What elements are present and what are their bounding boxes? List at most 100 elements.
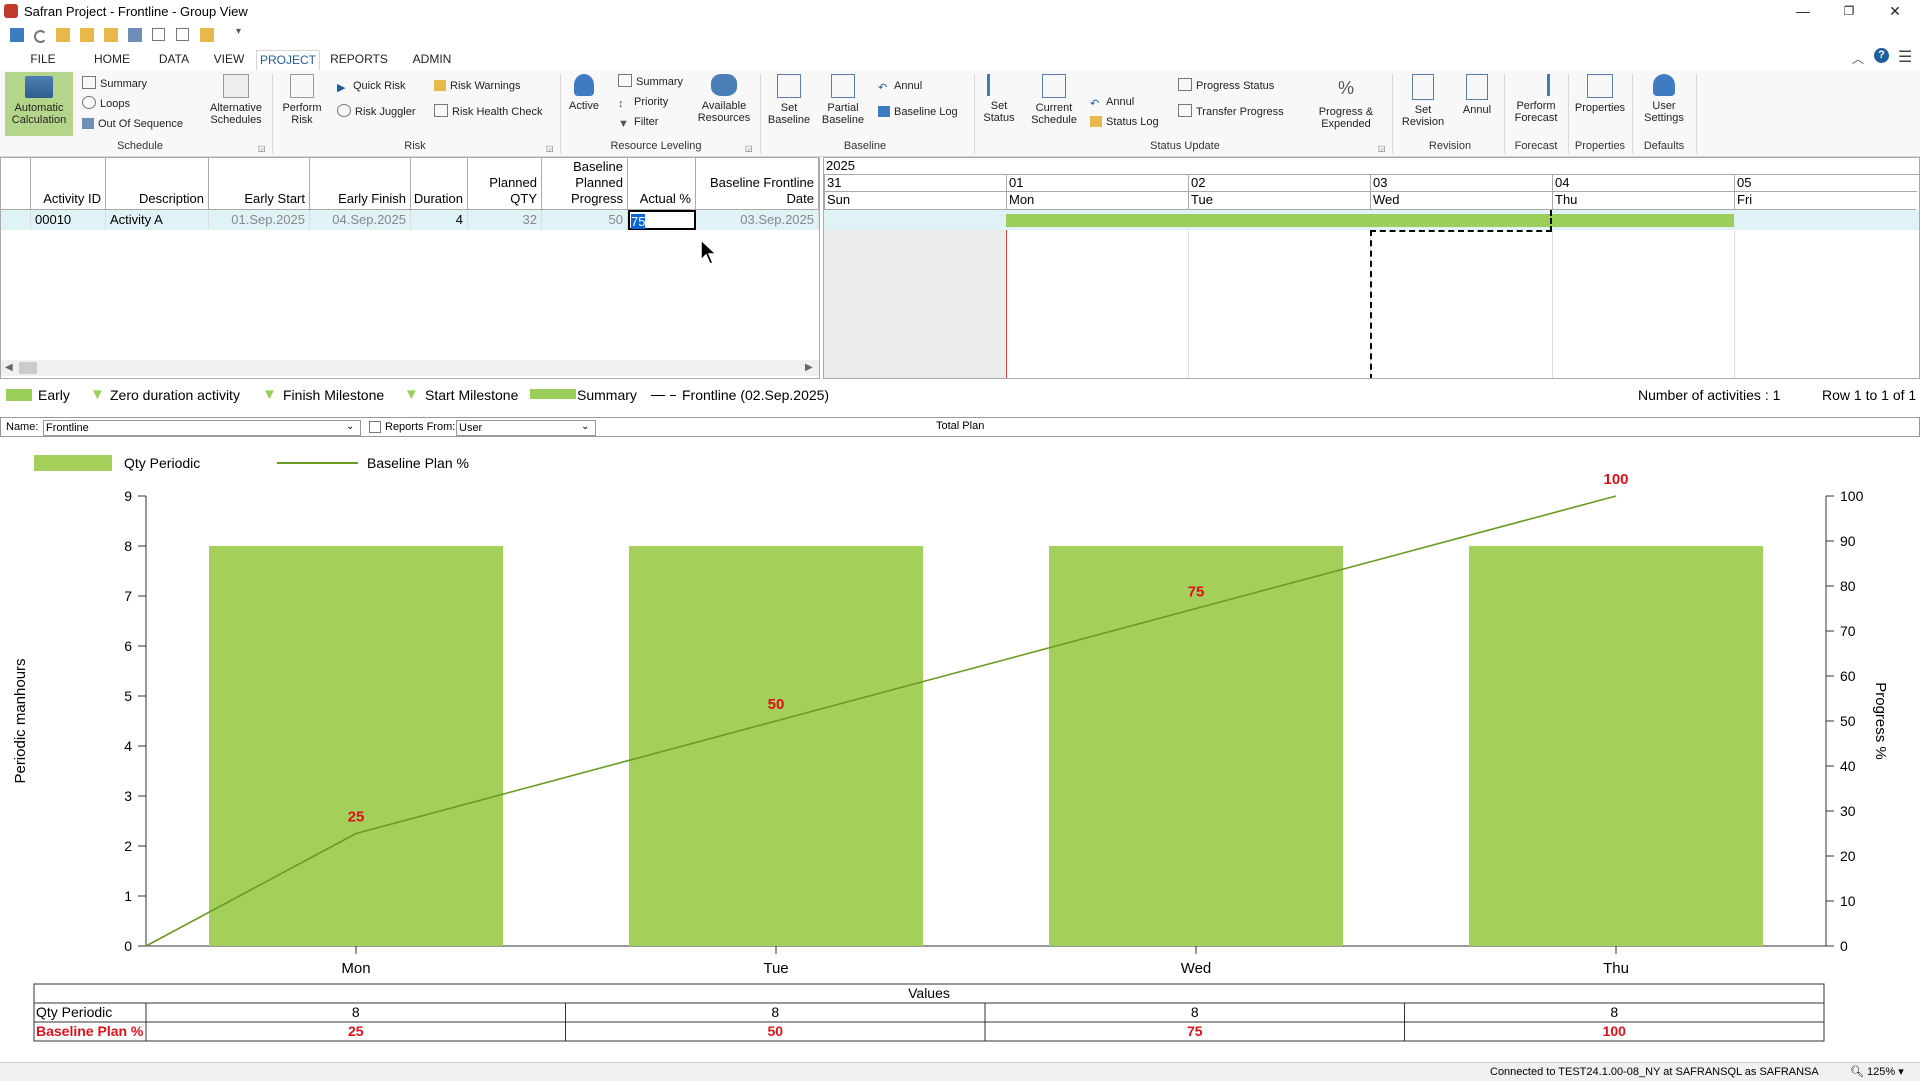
tab-data[interactable]: DATA [150, 50, 198, 70]
set-status-button[interactable]: Set Status [978, 74, 1020, 124]
data-label: 25 [348, 809, 365, 826]
set-revision-button[interactable]: Set Revision [1396, 74, 1450, 128]
header-early-finish[interactable]: Early Finish [310, 158, 411, 210]
collapse-ribbon-icon[interactable]: ︿ [1852, 50, 1864, 67]
schedule-summary-button[interactable]: Summary [82, 76, 147, 92]
cell-baseline-planned-progress[interactable]: 50 [542, 210, 628, 230]
header-baseline-frontline-date[interactable]: Baseline Frontline Date [696, 158, 819, 210]
tab-home[interactable]: HOME [86, 50, 138, 70]
header-planned-qty[interactable]: Planned QTY [468, 158, 542, 210]
print-preview-icon[interactable] [152, 28, 165, 41]
user-settings-button[interactable]: User Settings [1636, 74, 1692, 124]
transfer-progress-button[interactable]: Transfer Progress [1178, 104, 1284, 120]
name-dropdown[interactable]: Frontline ⌄ [43, 420, 361, 436]
save-icon[interactable] [10, 28, 24, 42]
tab-file[interactable]: FILE [18, 50, 68, 70]
header-baseline-planned-progress[interactable]: Baseline Planned Progress [542, 158, 628, 210]
export-icon[interactable] [200, 28, 214, 42]
perform-forecast-icon [1523, 74, 1550, 96]
partial-baseline-button[interactable]: Partial Baseline [818, 74, 868, 126]
legend-start-milestone-label: Start Milestone [425, 387, 519, 403]
risk-juggler-button[interactable]: Risk Juggler [337, 104, 416, 120]
automatic-calculation-button[interactable]: Automatic Calculation [5, 72, 73, 136]
header-actual-percent[interactable]: Actual % [628, 158, 696, 210]
header-bfd-line2: Date [786, 191, 814, 206]
header-duration[interactable]: Duration [411, 158, 468, 210]
priority-button[interactable]: ↕ Priority [618, 94, 668, 110]
scrollbar-thumb[interactable] [19, 362, 37, 374]
leveling-summary-button[interactable]: Summary [618, 74, 683, 90]
folder-up-icon[interactable] [104, 28, 118, 42]
set-baseline-icon [777, 74, 801, 98]
set-baseline-button[interactable]: Set Baseline [764, 74, 814, 126]
reports-icon[interactable] [369, 421, 381, 433]
cell-description[interactable]: Activity A [106, 210, 209, 230]
active-button[interactable]: Active [566, 74, 602, 112]
risk-dialog-launcher-icon[interactable]: ◲ [546, 144, 554, 153]
header-activity-id[interactable]: Activity ID [31, 158, 106, 210]
risk-group-label: Risk [404, 140, 426, 152]
filter-button[interactable]: ▼ Filter [618, 114, 658, 130]
cell-activity-id[interactable]: 00010 [31, 210, 106, 230]
schedule-dialog-launcher-icon[interactable]: ◲ [258, 144, 266, 153]
grid-horizontal-scrollbar[interactable]: ◀ ▶ [1, 360, 819, 376]
tab-view[interactable]: VIEW [206, 50, 252, 70]
gantt-day-name: Sun [827, 192, 851, 207]
revision-annul-button[interactable]: Annul [1454, 74, 1500, 116]
gantt-day-header: 05 Fri [1734, 174, 1917, 210]
folder-icon[interactable] [80, 28, 94, 42]
baseline-annul-button[interactable]: ↶ Annul [878, 78, 922, 94]
undo-icon[interactable] [34, 30, 47, 43]
close-button[interactable]: ✕ [1872, 0, 1918, 22]
status-update-dialog-launcher-icon[interactable]: ◲ [1378, 144, 1386, 153]
tab-reports[interactable]: REPORTS [326, 50, 392, 70]
properties-group-label: Properties [1574, 140, 1626, 152]
values-table-value: 100 [1603, 1023, 1627, 1039]
cell-baseline-frontline-date[interactable]: 03.Sep.2025 [696, 210, 819, 230]
risk-health-check-button[interactable]: Risk Health Check [434, 104, 542, 120]
status-log-button[interactable]: Status Log [1090, 114, 1159, 130]
cell-actual-percent-editor[interactable]: 75 [628, 210, 696, 230]
customize-toolbar-icon[interactable]: ▾ [236, 26, 241, 37]
help-icon[interactable]: ? [1874, 48, 1889, 63]
gantt-early-bar[interactable] [1006, 214, 1734, 227]
scroll-right-icon[interactable]: ▶ [805, 362, 813, 373]
progress-status-button[interactable]: Progress Status [1178, 78, 1274, 94]
page-setup-icon[interactable] [176, 28, 189, 41]
reports-from-dropdown[interactable]: User ⌄ [456, 420, 596, 436]
tab-project[interactable]: PROJECT [256, 50, 320, 72]
risk-warnings-button[interactable]: Risk Warnings [434, 78, 521, 94]
cell-duration[interactable]: 4 [411, 210, 468, 230]
header-description[interactable]: Description [106, 158, 209, 210]
activity-grid: Activity ID Description Early Start Earl… [0, 157, 820, 379]
current-schedule-button[interactable]: Current Schedule [1026, 74, 1082, 126]
zoom-control[interactable]: 🔍︎ 125% ▾ [1850, 1065, 1904, 1078]
loops-button[interactable]: Loops [82, 96, 130, 112]
save-all-icon[interactable] [128, 28, 142, 42]
scroll-left-icon[interactable]: ◀ [5, 362, 13, 373]
status-annul-button[interactable]: ↶ Annul [1090, 94, 1134, 110]
out-of-sequence-button[interactable]: Out Of Sequence [82, 116, 183, 132]
legend-early-label: Early [38, 387, 70, 403]
menu-icon[interactable]: ☰ [1898, 47, 1912, 67]
chevron-down-icon: ⌄ [346, 421, 355, 432]
header-early-start[interactable]: Early Start [209, 158, 310, 210]
tab-admin[interactable]: ADMIN [404, 50, 460, 70]
resource-leveling-dialog-launcher-icon[interactable]: ◲ [745, 144, 753, 153]
perform-forecast-button[interactable]: Perform Forecast [1508, 74, 1564, 124]
x-tick-label: Mon [341, 960, 370, 977]
progress-expended-button[interactable]: % Progress & Expended [1312, 74, 1380, 130]
properties-button[interactable]: Properties [1572, 74, 1628, 114]
row-selector[interactable] [1, 210, 31, 230]
minimize-button[interactable]: — [1780, 0, 1826, 22]
cell-early-finish[interactable]: 04.Sep.2025 [310, 210, 411, 230]
restore-button[interactable]: ❐ [1826, 0, 1872, 22]
available-resources-button[interactable]: Available Resources [692, 74, 756, 124]
baseline-log-button[interactable]: Baseline Log [878, 104, 958, 120]
cell-early-start[interactable]: 01.Sep.2025 [209, 210, 310, 230]
quick-risk-button[interactable]: ▶ Quick Risk [337, 78, 406, 94]
cell-planned-qty[interactable]: 32 [468, 210, 542, 230]
perform-risk-button[interactable]: Perform Risk [280, 74, 324, 126]
alternative-schedules-button[interactable]: Alternative Schedules [206, 74, 266, 126]
open-folder-icon[interactable] [56, 28, 70, 42]
